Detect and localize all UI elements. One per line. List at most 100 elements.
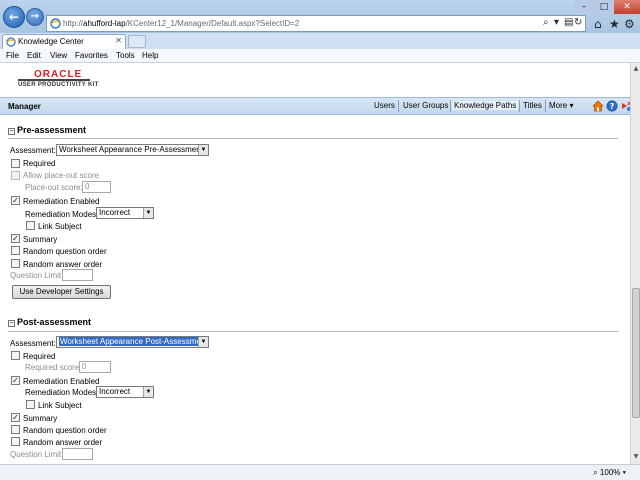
chevron-down-icon: ▼ [198,337,208,347]
pre-link-subject-label: Link Subject [38,222,82,231]
pre-remediation-modes-select[interactable]: Incorrect ▼ [96,207,154,219]
post-required-score-label: Required score: [25,363,82,372]
chevron-down-icon: ▾ [569,101,574,110]
ie-page-icon [50,18,61,29]
address-url: http://ahufford-lap/KCenter12_1/Manager/… [63,19,299,28]
pre-allow-placeout-label: Allow place-out score [23,171,100,180]
pre-allow-placeout-checkbox[interactable] [11,171,20,180]
home-icon[interactable] [592,100,604,112]
post-remediation-enabled-label: Remediation Enabled [23,377,100,386]
pre-assessment-select[interactable]: Worksheet Appearance Pre-Assessment ▼ [56,144,209,156]
nav-user-groups[interactable]: User Groups [401,101,450,110]
maximize-button[interactable]: □ [594,0,614,14]
nav-more-label: More [549,101,568,110]
manager-header: Manager Users User Groups Knowledge Path… [0,97,630,115]
forward-button[interactable]: → [26,8,44,26]
menu-file[interactable]: File [6,51,19,60]
collapse-icon[interactable]: − [8,320,15,327]
browser-titlebar: ← → http://ahufford-lap/KCenter12_1/Mana… [0,0,640,33]
compatibility-icon[interactable]: ▤ [564,17,573,28]
chevron-down-icon: ▾ [622,468,626,477]
scroll-down-icon[interactable]: ▼ [632,453,640,461]
home-icon[interactable]: ⌂ [594,17,602,31]
post-remediation-modes-value: Incorrect [99,387,131,396]
section-divider [8,331,618,332]
menu-tools[interactable]: Tools [116,51,135,60]
post-random-answer-checkbox[interactable] [11,437,20,446]
scroll-thumb[interactable] [632,288,640,418]
zoom-level[interactable]: ⌕ 100% ▾ [593,468,626,478]
section-divider [8,138,618,139]
pre-remediation-modes-value: Incorrect [99,208,131,217]
scroll-up-icon[interactable]: ▲ [632,65,640,73]
branding-area: ORACLE USER PRODUCTIVITY KIT [0,63,630,97]
tab-label: Knowledge Center [18,37,84,46]
nav-separator [398,100,399,112]
dropdown-icon[interactable]: ▾ [554,17,559,28]
new-tab-button[interactable] [128,35,146,48]
collapse-icon[interactable]: − [8,128,15,135]
post-assessment-heading: − Post-assessment [8,317,91,327]
tab-close-icon[interactable]: ✕ [115,36,122,45]
post-summary-label: Summary [23,414,58,423]
logout-icon[interactable] [620,100,630,112]
post-remediation-modes-label: Remediation Modes: [25,388,99,397]
post-link-subject-checkbox[interactable] [26,400,35,409]
nav-more[interactable]: More ▾ [547,101,575,110]
pre-assessment-value: Worksheet Appearance Pre-Assessment [59,145,203,154]
post-summary-checkbox[interactable]: ✓ [11,413,20,422]
tools-gear-icon[interactable]: ⚙ [624,17,635,31]
post-remediation-enabled-checkbox[interactable]: ✓ [11,376,20,385]
search-icon[interactable]: ⌕ [543,17,549,28]
minimize-button[interactable]: – [574,0,594,14]
status-bar: ⌕ 100% ▾ [0,464,640,480]
url-prefix: http:// [63,19,84,28]
use-developer-settings-button[interactable]: Use Developer Settings [12,285,111,299]
menu-edit[interactable]: Edit [27,51,41,60]
pre-link-subject-checkbox[interactable] [26,221,35,230]
pre-question-limit-input[interactable] [62,269,93,281]
chevron-down-icon: ▼ [198,145,208,155]
pre-required-label: Required [23,159,56,168]
menu-help[interactable]: Help [142,51,158,60]
post-assessment-value: Worksheet Appearance Post-Assessment [59,337,208,346]
vertical-scrollbar[interactable]: ▲ ▼ [630,63,640,464]
favorites-star-icon[interactable]: ★ [609,17,620,31]
nav-users[interactable]: Users [372,101,397,110]
menu-favorites[interactable]: Favorites [75,51,108,60]
pre-required-checkbox[interactable] [11,159,20,168]
page-content: ORACLE USER PRODUCTIVITY KIT Manager Use… [0,63,630,464]
pre-random-answer-checkbox[interactable] [11,259,20,268]
pre-remediation-enabled-label: Remediation Enabled [23,197,100,206]
menu-view[interactable]: View [50,51,67,60]
pre-random-question-checkbox[interactable] [11,246,20,255]
pre-placeout-score-input[interactable]: 0 [82,181,111,193]
close-button[interactable]: ✕ [614,0,640,14]
nav-titles[interactable]: Titles [521,101,544,110]
pre-question-limit-label: Question Limit: [10,271,64,280]
pre-random-answer-label: Random answer order [23,260,103,269]
pre-remediation-enabled-checkbox[interactable]: ✓ [11,196,20,205]
pre-summary-checkbox[interactable]: ✓ [11,234,20,243]
post-random-question-checkbox[interactable] [11,425,20,434]
back-button[interactable]: ← [3,6,25,28]
post-assessment-select[interactable]: Worksheet Appearance Post-Assessment ▼ [56,336,209,348]
pre-remediation-modes-label: Remediation Modes: [25,210,99,219]
post-assessment-title: Post-assessment [17,317,92,327]
url-path: /KCenter12_1/Manager/Default.aspx?Select… [125,19,300,28]
post-required-label: Required [23,352,56,361]
pre-placeout-score-label: Place-out score: [25,183,83,192]
address-bar[interactable]: http://ahufford-lap/KCenter12_1/Manager/… [46,15,586,32]
post-required-score-input[interactable]: 0 [79,361,111,373]
menu-bar: File Edit View Favorites Tools Help [0,49,640,63]
post-required-checkbox[interactable] [11,351,20,360]
post-question-limit-input[interactable] [62,448,93,460]
refresh-icon[interactable]: ↻ [574,17,582,28]
post-remediation-modes-select[interactable]: Incorrect ▼ [96,386,154,398]
nav-separator [545,100,546,112]
help-icon[interactable]: ? [606,100,618,112]
tab-knowledge-center[interactable]: Knowledge Center ✕ [2,34,126,49]
nav-knowledge-paths[interactable]: Knowledge Paths [452,101,519,110]
nav-separator [519,100,520,112]
post-link-subject-label: Link Subject [38,401,82,410]
